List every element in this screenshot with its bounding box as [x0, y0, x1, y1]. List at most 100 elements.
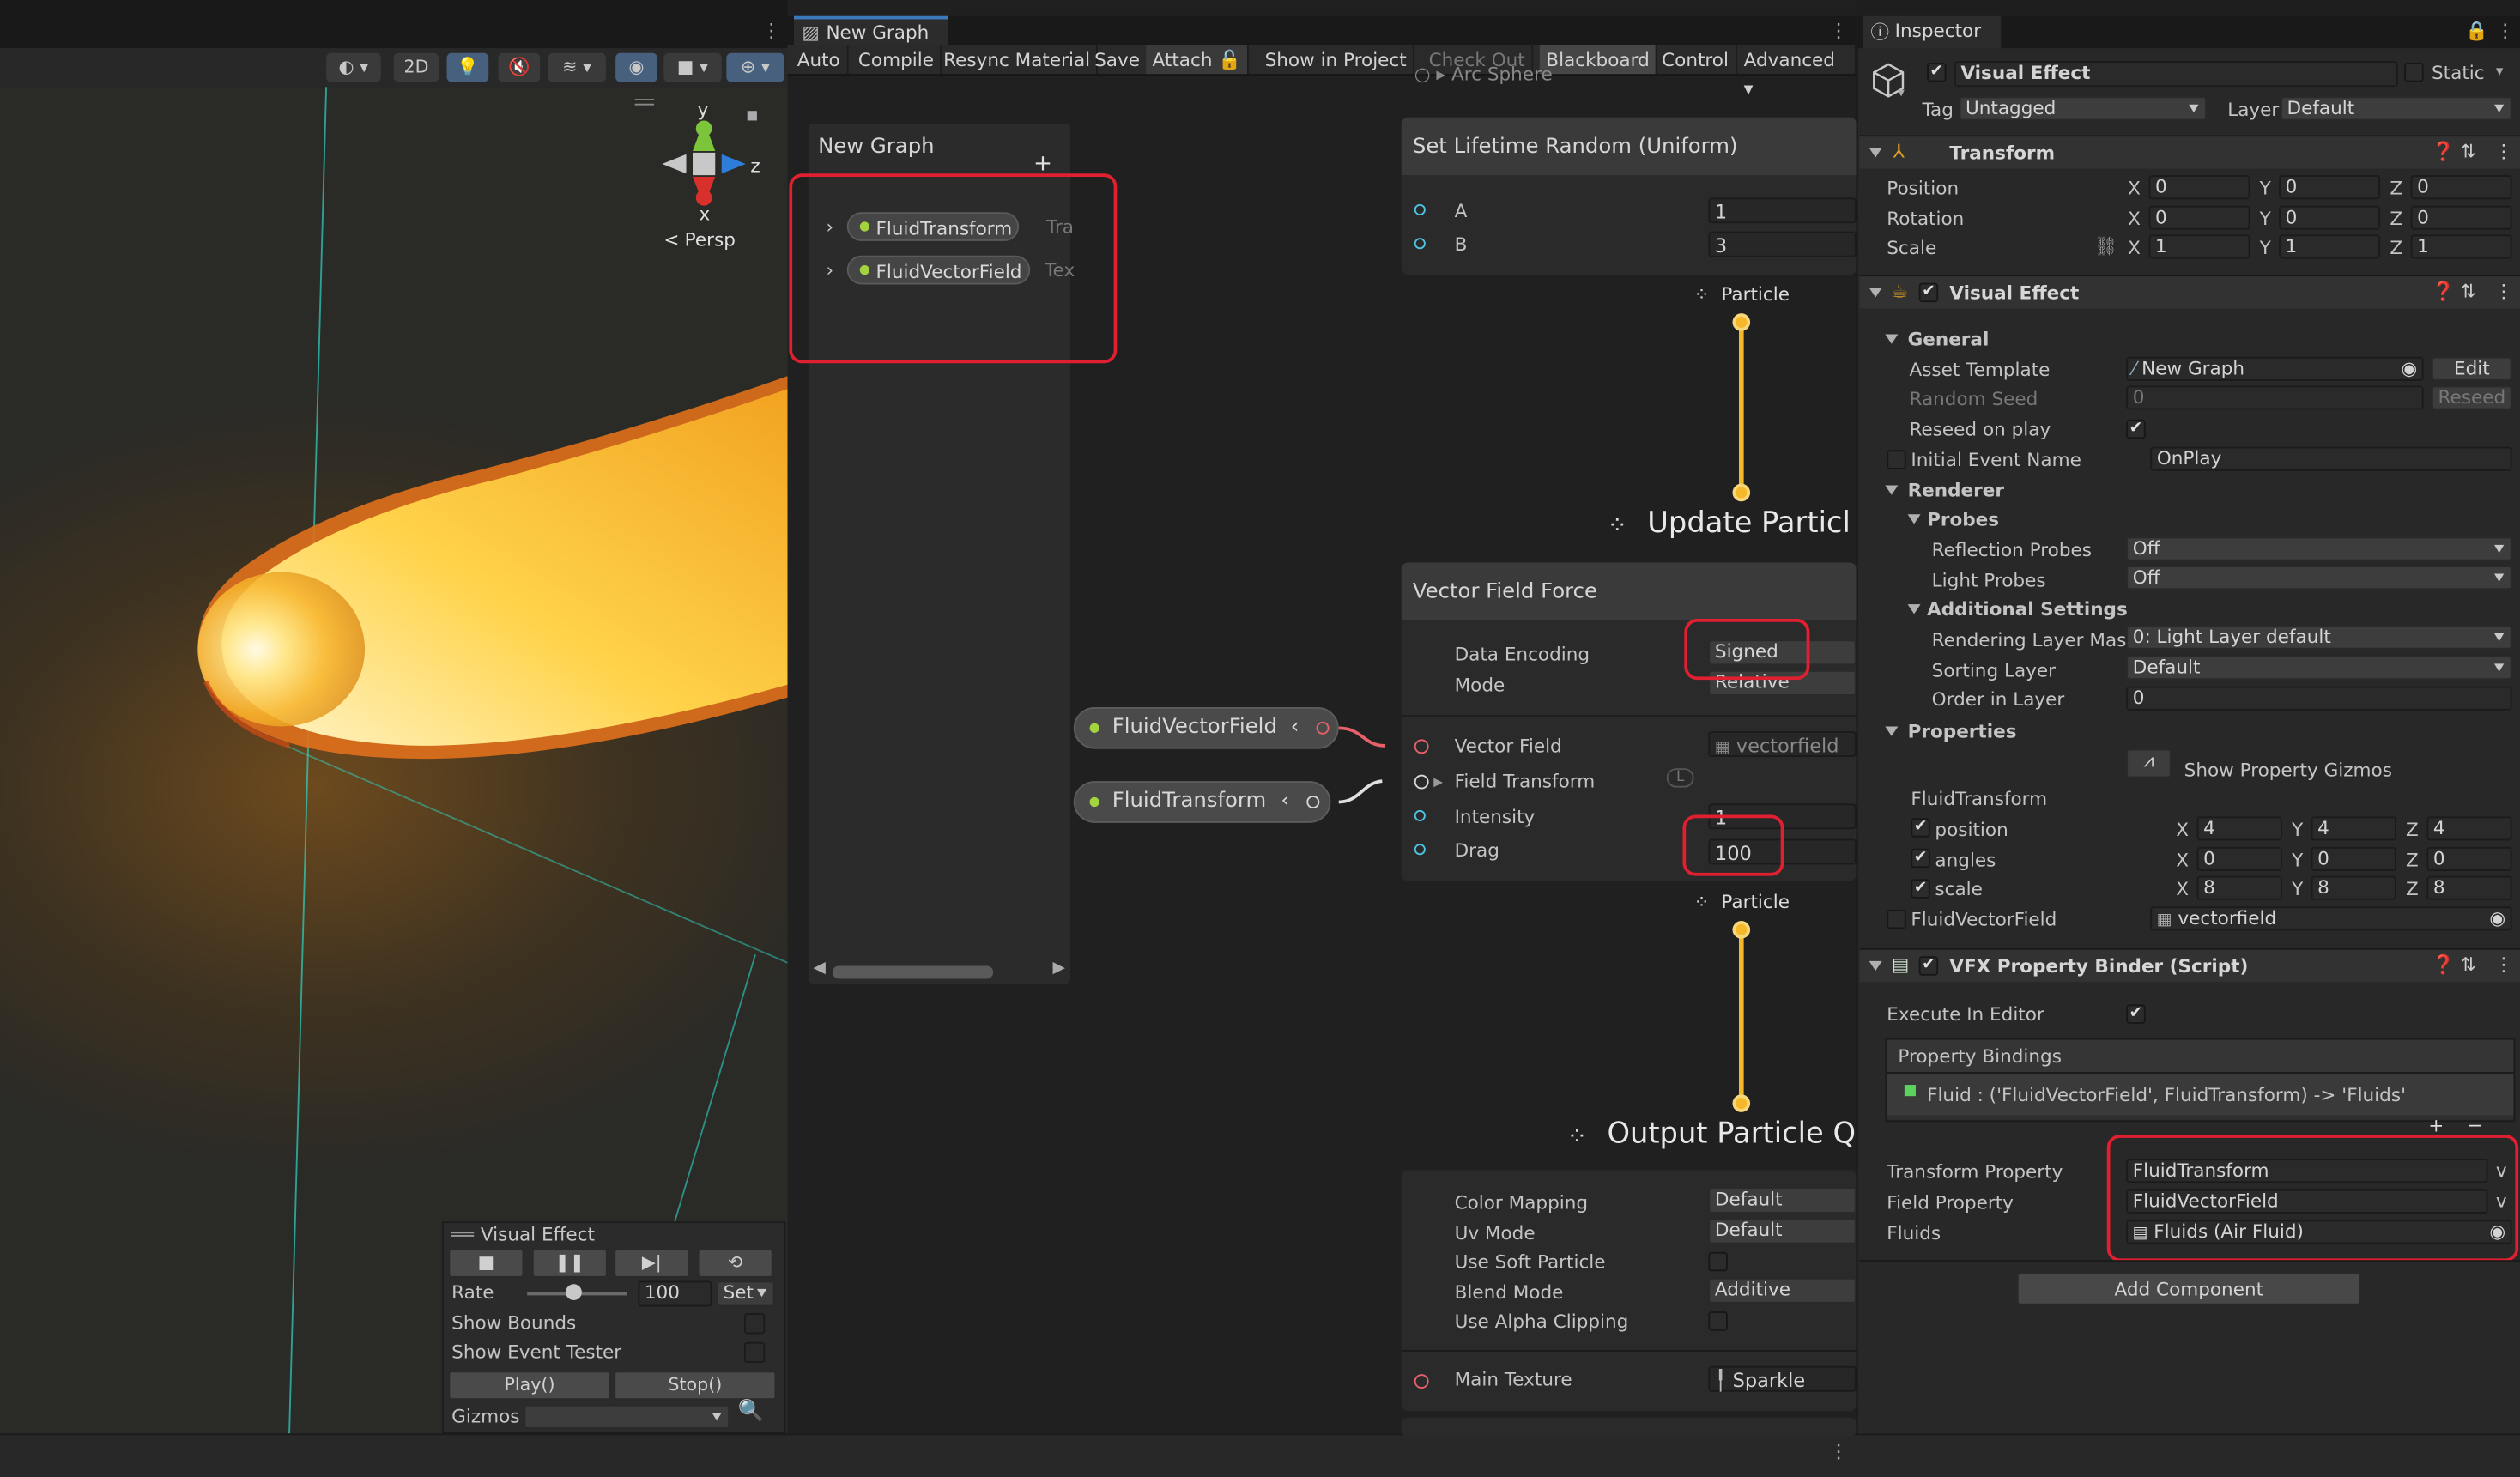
blend-mode-dropdown[interactable]: Additive [1708, 1277, 1857, 1304]
transform-component-header[interactable]: ⅄ Transform ❓ ⇅ ⋮ [1859, 135, 2520, 169]
initial-event-override-checkbox[interactable] [1887, 450, 1906, 469]
override-scale-checkbox[interactable]: ✔ [1911, 879, 1930, 899]
add-component-button[interactable]: Add Component [2016, 1273, 2361, 1305]
preset-icon[interactable]: ⇅ [2461, 953, 2476, 976]
graph-more-menu-icon[interactable]: ⋮ [1829, 19, 1848, 41]
rate-slider-handle[interactable] [566, 1284, 582, 1301]
rotation-y-input[interactable]: 0 [2279, 205, 2381, 230]
fluid-angles-z-input[interactable]: 0 [2426, 846, 2512, 871]
bottom-more-icon[interactable]: ⋮ [1829, 1440, 1848, 1462]
static-checkbox[interactable] [2404, 63, 2424, 82]
lighting-toggle-icon[interactable]: 💡 [446, 52, 489, 82]
camera-settings-icon[interactable]: ■ ▾ [663, 52, 722, 82]
fluid-scale-z-input[interactable]: 8 [2426, 875, 2512, 900]
magnifier-icon[interactable]: 🔍 [737, 1400, 763, 1424]
show-property-gizmos-button[interactable]: ⩘ [2126, 748, 2172, 778]
property-binder-component-header[interactable]: ▤ ✔ VFX Property Binder (Script) ❓ ⇅ ⋮ [1859, 947, 2520, 983]
override-position-checkbox[interactable]: ✔ [1911, 818, 1930, 838]
object-picker-icon[interactable]: ◉ [2489, 907, 2505, 929]
attach-button[interactable]: Attach 🔓 [1146, 45, 1250, 75]
random-seed-input[interactable]: 0 [2126, 385, 2424, 410]
color-mapping-dropdown[interactable]: Default [1708, 1187, 1857, 1214]
gameobject-icon-dropdown[interactable]: ▾ [1898, 85, 1905, 100]
fluid-scale-y-input[interactable]: 8 [2311, 875, 2396, 900]
foldout-arrow-icon[interactable] [1869, 960, 1882, 972]
position-z-input[interactable]: 0 [2410, 175, 2512, 200]
component-more-icon[interactable]: ⋮ [2494, 280, 2513, 302]
remove-binding-button[interactable]: − [2467, 1114, 2482, 1136]
play-button[interactable]: Play() [448, 1371, 611, 1401]
more-menu-icon[interactable]: ⋮ [762, 19, 781, 41]
scroll-thumb[interactable] [832, 965, 994, 979]
visual-effect-component-header[interactable]: ☕ ✔ Visual Effect ❓ ⇅ ⋮ [1859, 275, 2520, 309]
object-picker-icon[interactable]: ◉ [2401, 358, 2417, 379]
rotation-x-input[interactable]: 0 [2148, 205, 2250, 230]
add-binding-button[interactable]: + [2428, 1114, 2444, 1136]
reseed-button[interactable]: Reseed [2432, 385, 2512, 410]
stop-button[interactable]: Stop() [614, 1371, 777, 1401]
rate-input[interactable]: 100 [638, 1280, 712, 1307]
fluid-vector-field-object-field[interactable]: ▦ vectorfield ◉ [2150, 906, 2512, 931]
overlay-drag-handle-icon[interactable]: ══ [451, 1223, 474, 1245]
flow-port-bottom-2[interactable] [1732, 1094, 1751, 1112]
preset-icon[interactable]: ⇅ [2461, 140, 2476, 162]
layer-dropdown[interactable]: Default [2281, 96, 2512, 121]
advanced-dropdown[interactable]: Advanced ▾ [1737, 45, 1857, 100]
flow-port-top-2[interactable] [1732, 921, 1751, 939]
input-port-b[interactable] [1414, 238, 1426, 250]
input-port-intensity[interactable] [1414, 809, 1426, 821]
probes-foldout-icon[interactable] [1907, 514, 1921, 524]
inspector-more-icon[interactable]: ⋮ [2496, 19, 2515, 41]
restart-icon-button[interactable]: ⟲ [697, 1249, 773, 1278]
renderer-foldout-icon[interactable] [1885, 485, 1899, 495]
gizmos-dropdown[interactable] [524, 1404, 730, 1429]
additional-settings-foldout-icon[interactable] [1907, 604, 1921, 614]
main-texture-object-field[interactable]: ╿ Sparkle [1708, 1365, 1857, 1392]
use-soft-particle-checkbox[interactable] [1708, 1251, 1728, 1272]
show-in-project-button[interactable]: Show in Project [1258, 45, 1415, 75]
fluid-position-x-input[interactable]: 4 [2196, 816, 2282, 841]
asset-template-object-field[interactable]: ⁄ New Graph ◉ [2126, 356, 2424, 381]
gizmos-toggle-icon[interactable]: ⊕ ▾ [726, 52, 784, 82]
constrain-proportions-icon[interactable]: ⛓ [2094, 234, 2117, 257]
flow-port-bottom-1[interactable] [1732, 483, 1751, 502]
scroll-left-icon[interactable]: ◀ [813, 959, 825, 978]
step-icon-button[interactable]: ▶| [614, 1249, 690, 1278]
save-button[interactable]: Save [1088, 45, 1148, 75]
initial-event-name-input[interactable]: OnPlay [2150, 446, 2512, 471]
gameobject-name-input[interactable]: Visual Effect [1954, 61, 2398, 88]
sorting-layer-dropdown[interactable]: Default [2126, 656, 2512, 681]
component-more-icon[interactable]: ⋮ [2494, 953, 2513, 976]
a-input[interactable]: 1 [1708, 197, 1857, 224]
inspector-lock-icon[interactable]: 🔒 [2465, 19, 2488, 41]
rendering-layer-mask-dropdown[interactable]: 0: Light Layer default [2126, 625, 2512, 650]
foldout-arrow-icon[interactable] [1869, 148, 1882, 158]
inspector-tab[interactable]: ⓘ Inspector [1863, 15, 2002, 49]
static-dropdown-icon[interactable]: ▾ [2496, 64, 2503, 81]
flow-port-top-1[interactable] [1732, 313, 1751, 331]
general-foldout-icon[interactable] [1885, 334, 1899, 344]
show-bounds-checkbox[interactable] [743, 1312, 766, 1335]
pause-icon-button[interactable]: ❚❚ [531, 1249, 608, 1278]
light-probes-dropdown[interactable]: Off [2126, 566, 2512, 590]
input-port-main-texture[interactable] [1414, 1374, 1429, 1389]
vector-field-force-block[interactable] [1401, 562, 1857, 881]
stop-icon-button[interactable]: ■ [448, 1249, 524, 1278]
projection-label[interactable]: Persp [685, 228, 736, 251]
projection-chevron-icon[interactable]: < [663, 228, 679, 251]
input-port-drag[interactable] [1414, 844, 1426, 856]
fluid-angles-y-input[interactable]: 0 [2311, 846, 2396, 871]
resync-material-button[interactable]: Resync Material [937, 45, 1099, 75]
use-alpha-clipping-checkbox[interactable] [1708, 1311, 1728, 1331]
fluid-angles-x-input[interactable]: 0 [2196, 846, 2282, 871]
audio-toggle-icon[interactable]: 🔇 [498, 52, 541, 82]
output-port-icon[interactable] [1306, 795, 1320, 808]
fluid-position-y-input[interactable]: 4 [2311, 816, 2396, 841]
control-toggle[interactable]: Control [1656, 45, 1737, 75]
fluid-position-z-input[interactable]: 4 [2426, 816, 2512, 841]
compile-button[interactable]: Compile [851, 45, 942, 75]
effects-toggle-icon[interactable]: ≋ ▾ [548, 52, 606, 82]
vector-field-object-field[interactable]: ▦ vectorfield [1708, 731, 1857, 758]
hidden-objects-toggle-icon[interactable]: ◉ [615, 52, 657, 82]
reflection-probes-dropdown[interactable]: Off [2126, 536, 2512, 561]
